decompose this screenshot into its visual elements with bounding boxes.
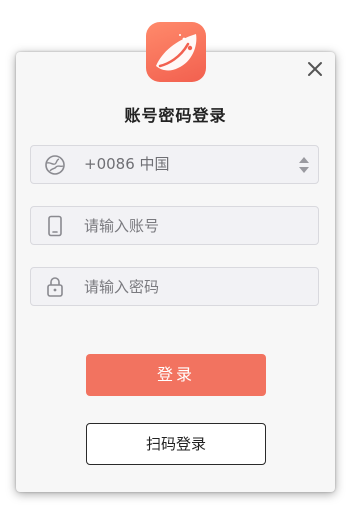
- login-dialog: 账号密码登录 +0086 中国 请输入账号 登录 扫码登录: [16, 52, 335, 492]
- close-icon[interactable]: [304, 58, 326, 80]
- phone-icon: [43, 214, 67, 238]
- account-input[interactable]: [84, 207, 304, 244]
- select-arrows-icon[interactable]: [297, 154, 311, 176]
- account-field[interactable]: [30, 206, 319, 245]
- dialog-title: 账号密码登录: [124, 106, 227, 125]
- login-button[interactable]: 登录: [86, 354, 266, 396]
- app-logo-icon: [146, 22, 206, 82]
- password-input[interactable]: [84, 268, 304, 305]
- lock-icon: [43, 275, 67, 299]
- region-select[interactable]: +0086 中国: [30, 145, 319, 184]
- globe-icon: [43, 153, 67, 177]
- password-field[interactable]: [30, 267, 319, 306]
- login-window: 账号密码登录 +0086 中国 请输入账号 登录 扫码登录: [0, 0, 362, 511]
- qr-login-button[interactable]: 扫码登录: [86, 423, 266, 465]
- region-value: +0086 中国: [84, 155, 170, 173]
